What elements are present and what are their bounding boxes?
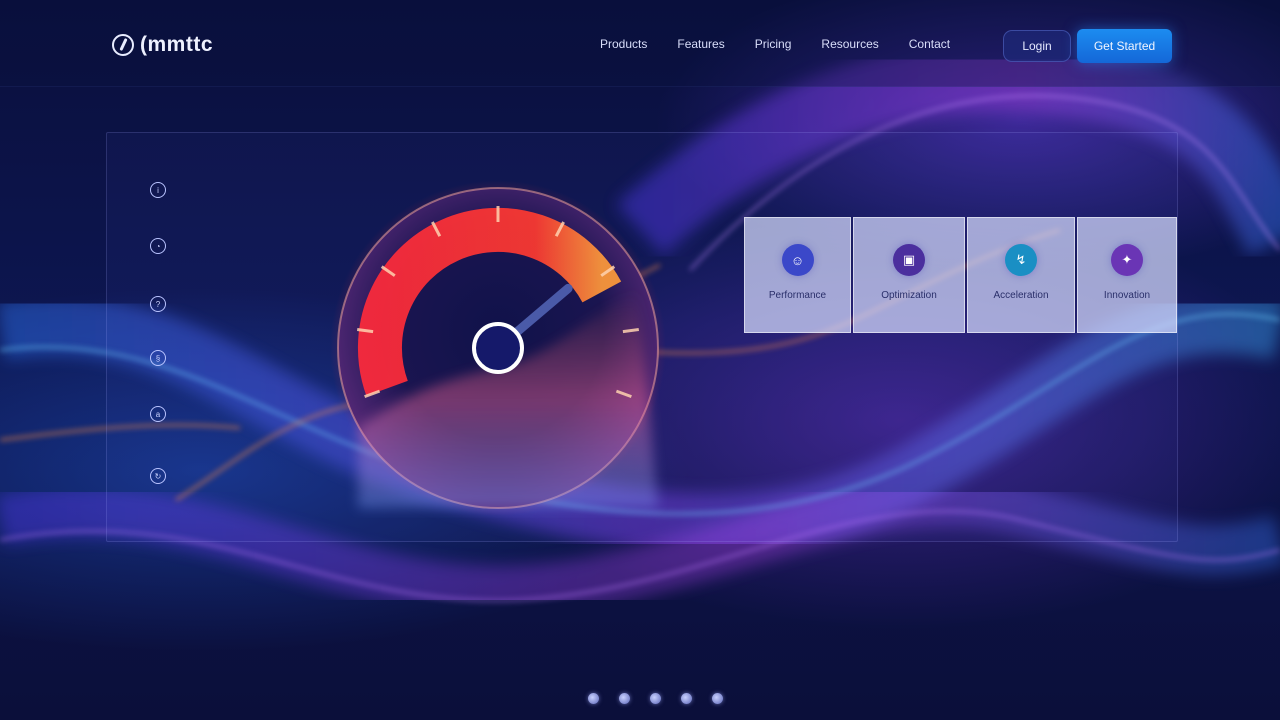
settings-icon[interactable]: §: [150, 350, 166, 366]
lock-icon[interactable]: a: [150, 406, 166, 422]
pagination-dot-1[interactable]: [588, 693, 599, 704]
pagination-dot-5[interactable]: [712, 693, 723, 704]
speed-icon: ☺: [781, 244, 814, 276]
chart-icon: ▣: [893, 244, 925, 276]
carousel-pagination: [588, 693, 723, 704]
nav-link-products[interactable]: Products: [600, 37, 647, 51]
feature-card-label: Innovation: [1103, 290, 1151, 301]
feature-cards: ☺ Performance ▣ Optimization ↯ Accelerat…: [744, 217, 1177, 333]
nav-link-pricing[interactable]: Pricing: [755, 37, 792, 51]
pagination-dot-3[interactable]: [650, 693, 661, 704]
nav-link-features[interactable]: Features: [677, 37, 724, 51]
hero-stage: (mmttc Products Features Pricing Resourc…: [0, 0, 1280, 720]
feature-card-label: Acceleration: [993, 290, 1049, 301]
brand-logo[interactable]: (mmttc: [112, 32, 213, 58]
nav-links: Products Features Pricing Resources Cont…: [600, 37, 950, 51]
bolt-icon: ↯: [1005, 244, 1037, 276]
feature-card-optimization[interactable]: ▣ Optimization: [853, 217, 965, 333]
feature-card-performance[interactable]: ☺ Performance: [744, 217, 851, 333]
speed-gauge: [330, 180, 666, 516]
feature-card-innovation[interactable]: ✦ Innovation: [1077, 217, 1177, 333]
feature-card-acceleration[interactable]: ↯ Acceleration: [967, 217, 1075, 333]
nav-link-resources[interactable]: Resources: [821, 37, 878, 51]
feature-card-label: Performance: [768, 290, 827, 301]
gauge-tick: [622, 328, 639, 334]
info-icon[interactable]: i: [150, 182, 166, 198]
top-navbar: (mmttc Products Features Pricing Resourc…: [0, 0, 1280, 87]
brand-name: (mmttc: [140, 33, 214, 56]
pagination-dot-4[interactable]: [681, 693, 692, 704]
login-button[interactable]: Login: [1003, 30, 1071, 62]
nav-link-contact[interactable]: Contact: [909, 37, 950, 51]
help-icon[interactable]: ?: [150, 296, 166, 312]
spark-icon: ✦: [1111, 244, 1143, 276]
headset-icon[interactable]: ◔: [150, 238, 166, 254]
gauge-hub: [472, 322, 524, 374]
gauge-tick: [357, 328, 374, 334]
pagination-dot-2[interactable]: [619, 693, 630, 704]
get-started-button[interactable]: Get Started: [1077, 29, 1172, 63]
feature-card-label: Optimization: [881, 290, 937, 301]
bolt-circle-icon: [112, 34, 134, 56]
refresh-icon[interactable]: ↻: [150, 468, 166, 484]
